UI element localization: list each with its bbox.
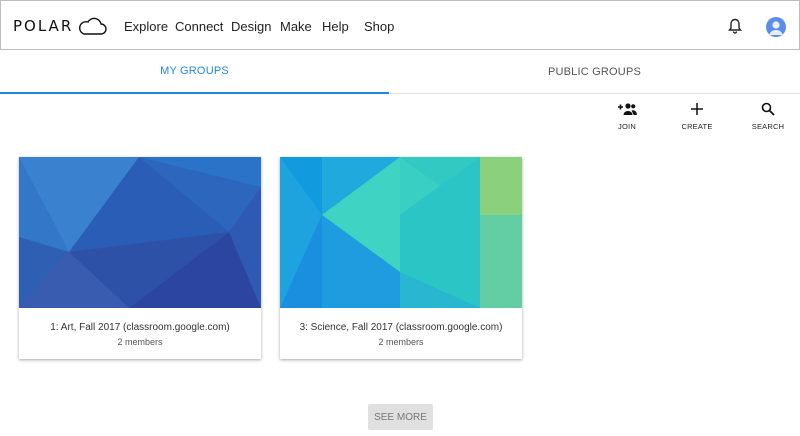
join-button[interactable]: JOIN [597,102,657,131]
card-banner-blue [19,157,261,308]
create-button[interactable]: CREATE [667,102,727,131]
card-banner-teal [280,157,522,308]
group-card-art[interactable]: 1: Art, Fall 2017 (classroom.google.com)… [19,157,261,359]
bell-icon[interactable] [728,18,742,34]
nav-shop[interactable]: Shop [364,19,394,34]
top-bar: POLAR Explore Connect Design Make Help S… [0,0,800,50]
avatar-person-icon [769,21,783,35]
see-more-button[interactable]: SEE MORE [368,404,433,430]
create-label: CREATE [681,122,713,131]
avatar-icon[interactable] [766,17,786,37]
group-title: 3: Science, Fall 2017 (classroom.google.… [299,322,503,333]
join-label: JOIN [618,122,636,131]
group-add-icon [618,103,637,115]
tab-my-groups[interactable]: MY GROUPS [0,50,389,94]
search-button[interactable]: SEARCH [738,102,798,131]
logo-text: POLAR [13,17,74,35]
nav-help[interactable]: Help [322,19,364,34]
tab-public-groups[interactable]: PUBLIC GROUPS [389,50,800,94]
plus-icon [691,103,703,115]
main-nav: Explore Connect Design Make Help Shop [124,1,394,51]
group-title: 1: Art, Fall 2017 (classroom.google.com) [50,322,230,333]
polar-logo[interactable]: POLAR [13,11,107,41]
cloud-icon [79,17,107,35]
nav-explore[interactable]: Explore [124,19,175,34]
group-members: 2 members [117,337,163,347]
search-label: SEARCH [751,122,785,131]
nav-design[interactable]: Design [231,19,280,34]
nav-make[interactable]: Make [280,19,322,34]
group-tabs: MY GROUPS PUBLIC GROUPS [0,50,800,94]
group-members: 2 members [378,337,424,347]
group-card-science[interactable]: 3: Science, Fall 2017 (classroom.google.… [280,157,522,359]
nav-connect[interactable]: Connect [175,19,231,34]
search-icon [761,102,775,116]
